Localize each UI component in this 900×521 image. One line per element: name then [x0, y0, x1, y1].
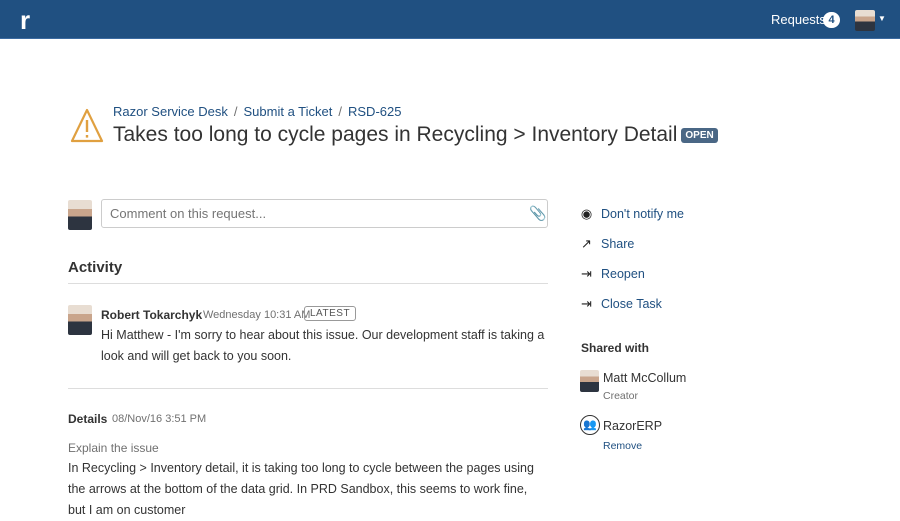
close-task-button[interactable]: ⇥ Close Task [580, 296, 662, 312]
action-label: Close Task [601, 297, 662, 311]
eye-icon: ◉ [580, 206, 593, 221]
requests-link[interactable]: Requests [771, 12, 826, 27]
details-label: Details [68, 412, 108, 426]
divider [68, 283, 548, 284]
comment-input[interactable] [101, 199, 548, 228]
action-label: Share [601, 237, 635, 251]
transition-icon: ⇥ [581, 296, 592, 311]
details-text: In Recycling > Inventory detail, it is t… [68, 461, 534, 517]
breadcrumb: Razor Service Desk / Submit a Ticket / RSD-6… [113, 104, 402, 119]
latest-badge: LATEST [304, 306, 357, 321]
page-title: Takes too long to cycle pages in Recycli… [113, 123, 718, 147]
action-label: Don't notify me [601, 207, 684, 221]
shared-person-role: Creator [603, 390, 639, 402]
action-label: Reopen [601, 267, 645, 281]
remove-link[interactable]: Remove [603, 440, 642, 452]
share-button[interactable]: ↗ Share [580, 236, 634, 252]
logo[interactable]: r [20, 5, 30, 36]
details-time: 08/Nov/16 3:51 PM [112, 413, 207, 425]
chevron-down-icon[interactable]: ▼ [878, 14, 886, 23]
activity-text: Hi Matthew - I'm sorry to hear about thi… [101, 328, 545, 363]
shared-org-name: RazorERP [603, 419, 663, 433]
warning-icon [70, 108, 104, 143]
breadcrumb-ticket-id[interactable]: RSD-625 [348, 104, 401, 119]
requests-count-badge: 4 [823, 12, 840, 28]
breadcrumb-service-desk[interactable]: Razor Service Desk [113, 104, 228, 119]
avatar [68, 305, 92, 335]
paperclip-icon[interactable]: 📎 [529, 205, 546, 222]
activity-time: Wednesday 10:31 AM [203, 309, 311, 321]
activity-heading: Activity [68, 259, 123, 276]
dont-notify-button[interactable]: ◉ Don't notify me [580, 206, 684, 222]
divider [68, 388, 548, 389]
user-avatar[interactable] [855, 10, 875, 31]
activity-author: Robert Tokarchyk [101, 308, 203, 322]
reopen-button[interactable]: ⇥ Reopen [580, 266, 645, 282]
status-badge: OPEN [681, 128, 718, 143]
avatar [580, 370, 599, 392]
ticket-title: Takes too long to cycle pages in Recycli… [113, 123, 678, 146]
transition-icon: ⇥ [581, 266, 592, 281]
share-icon: ↗ [581, 236, 592, 251]
organization-icon: 👥 [580, 415, 600, 435]
details-field-label: Explain the issue [68, 441, 159, 455]
breadcrumb-submit-ticket[interactable]: Submit a Ticket [244, 104, 333, 119]
avatar [68, 200, 92, 230]
top-bar: r Requests 4 ▼ [0, 0, 900, 39]
shared-with-heading: Shared with [581, 341, 650, 355]
shared-person-name: Matt McCollum [603, 371, 687, 385]
